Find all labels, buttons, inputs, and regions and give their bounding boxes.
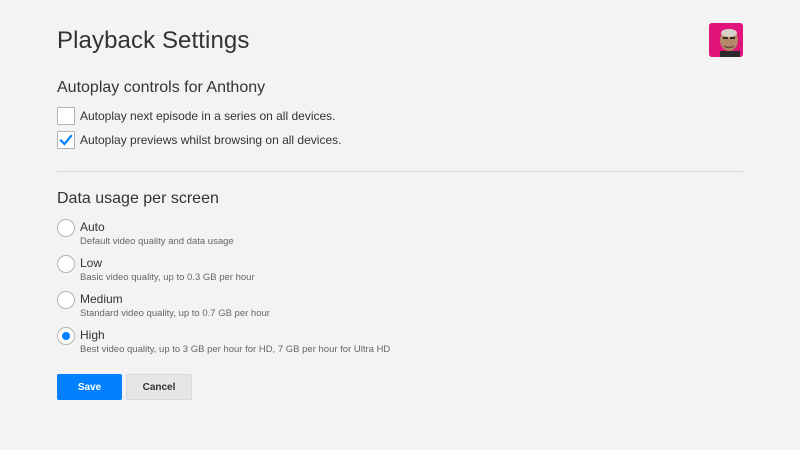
data-usage-radio-auto[interactable] xyxy=(57,219,75,237)
autoplay-previews-checkbox[interactable] xyxy=(57,131,75,149)
data-usage-option-label: Auto xyxy=(80,220,105,234)
data-usage-option-label: Medium xyxy=(80,292,123,306)
radio-selected-dot xyxy=(62,332,70,340)
autoplay-next-episode-label: Autoplay next episode in a series on all… xyxy=(80,109,336,123)
save-button[interactable]: Save xyxy=(57,374,122,400)
playback-settings-page: Playback Settings Autoplay controls for … xyxy=(0,0,800,450)
data-usage-radio-low[interactable] xyxy=(57,255,75,273)
data-usage-option-description: Standard video quality, up to 0.7 GB per… xyxy=(80,308,270,319)
data-usage-option-description: Basic video quality, up to 0.3 GB per ho… xyxy=(80,272,255,283)
page-title: Playback Settings xyxy=(57,27,250,54)
data-usage-option-label: High xyxy=(80,328,105,342)
profile-avatar-icon[interactable] xyxy=(709,23,743,57)
data-usage-option-label: Low xyxy=(80,256,103,270)
data-usage-radio-medium[interactable] xyxy=(57,291,75,309)
data-usage-radio-high[interactable] xyxy=(57,327,75,345)
data-usage-option-description: Best video quality, up to 3 GB per hour … xyxy=(80,344,391,355)
autoplay-previews-label: Autoplay previews whilst browsing on all… xyxy=(80,133,342,147)
autoplay-next-episode-option[interactable]: Autoplay next episode in a series on all… xyxy=(57,107,336,125)
checkmark-icon xyxy=(59,134,73,146)
autoplay-next-episode-checkbox[interactable] xyxy=(57,107,75,125)
section-divider xyxy=(57,171,743,172)
cancel-button[interactable]: Cancel xyxy=(126,374,192,400)
autoplay-section-heading: Autoplay controls for Anthony xyxy=(57,79,266,96)
autoplay-previews-option[interactable]: Autoplay previews whilst browsing on all… xyxy=(57,131,341,149)
data-usage-section-heading: Data usage per screen xyxy=(57,190,219,207)
data-usage-option-description: Default video quality and data usage xyxy=(80,236,234,247)
